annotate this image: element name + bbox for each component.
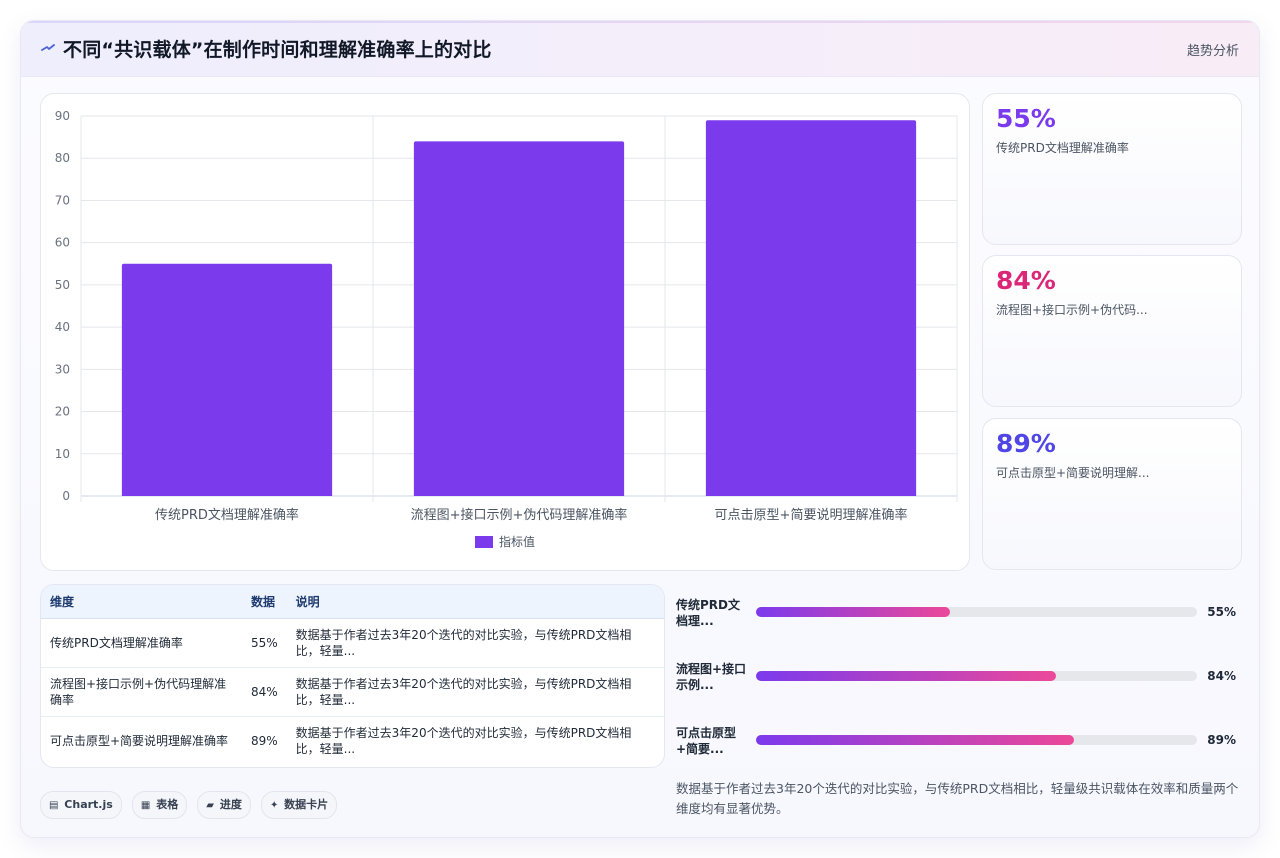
stat-value: 84% <box>996 266 1056 295</box>
progress-label: 传统PRD文档理... <box>676 598 740 628</box>
progress-fill <box>756 607 951 617</box>
chip-chartjs[interactable]: ▤ Chart.js <box>40 791 122 819</box>
trend-icon <box>41 44 55 51</box>
stat-card-3: 89% 可点击原型+简要说明理解... <box>982 418 1242 570</box>
table-row: 流程图+接口示例+伪代码理解准确率 84% 数据基于作者过去3年20个迭代的对比… <box>41 667 664 716</box>
y-tick-label: 60 <box>55 236 70 250</box>
table-cell-dimension: 传统PRD文档理解准确率 <box>50 635 183 650</box>
y-tick-label: 30 <box>55 362 70 376</box>
y-tick-label: 0 <box>62 489 70 503</box>
dashboard-frame: 不同“共识载体”在制作时间和理解准确率上的对比 趋势分析 0 10 20 30 40 50… <box>20 20 1260 838</box>
stat-card-2: 84% 流程图+接口示例+伪代码... <box>982 255 1242 407</box>
bar-chart: 0 10 20 30 40 50 60 70 80 90 传统PRD文档理解准确率 流程图+接口示例+… <box>55 109 958 549</box>
chip-label: 进度 <box>219 798 242 811</box>
table-cell-value: 55% <box>251 635 278 650</box>
progress-item-1: 传统PRD文档理... 55% <box>676 597 1236 637</box>
stat-label: 流程图+接口示例+伪代码... <box>996 303 1148 317</box>
bar-chart-card: 0 10 20 30 40 50 60 70 80 90 传统PRD文档理解准确率 流程图+接口示例+… <box>40 93 970 571</box>
progress-icon: ▰ <box>206 800 214 811</box>
table-icon: ▦ <box>140 800 151 811</box>
stat-card-1: 55% 传统PRD文档理解准确率 <box>982 93 1242 245</box>
legend-swatch <box>475 536 493 548</box>
y-tick-label: 80 <box>55 151 70 165</box>
x-tick-label: 流程图+接口示例+伪代码理解准确率 <box>411 507 628 523</box>
chart-icon: ▤ <box>49 800 59 811</box>
chip-progress[interactable]: ▰ 进度 <box>197 791 251 819</box>
progress-label: 流程图+接口示例... <box>676 662 747 692</box>
table-cell-dimension: 可点击原型+简要说明理解准确率 <box>50 733 229 748</box>
table-row: 可点击原型+简要说明理解准确率 89% 数据基于作者过去3年20个迭代的对比实验… <box>41 716 664 765</box>
chip-label: 数据卡片 <box>284 798 329 811</box>
page-title: 不同“共识载体”在制作时间和理解准确率上的对比 <box>63 39 492 61</box>
header-accent-line <box>21 21 1259 23</box>
data-table: 维度 数据 说明 传统PRD文档理解准确率 55% 数据基于作者过去3年20个迭… <box>41 585 664 765</box>
progress-track <box>756 607 1197 617</box>
table-cell-description: 数据基于作者过去3年20个迭代的对比实验，与传统PRD文档相比，轻量... <box>295 676 632 707</box>
stat-value: 55% <box>996 104 1056 133</box>
y-tick-label: 70 <box>55 193 70 207</box>
progress-value: 55% <box>1207 605 1236 619</box>
progress-label: 可点击原型+简要... <box>676 726 737 756</box>
bar <box>705 120 917 496</box>
stat-value: 89% <box>996 429 1056 458</box>
progress-fill <box>756 735 1074 745</box>
progress-value: 89% <box>1207 733 1236 747</box>
table-cell-value: 89% <box>251 733 278 748</box>
y-tick-label: 50 <box>55 278 70 292</box>
progress-item-2: 流程图+接口示例... 84% <box>676 661 1236 701</box>
table-cell-description: 数据基于作者过去3年20个迭代的对比实验，与传统PRD文档相比，轻量... <box>295 627 632 658</box>
header-bar: 不同“共识载体”在制作时间和理解准确率上的对比 趋势分析 <box>21 21 1259 77</box>
y-tick-label: 90 <box>55 109 70 123</box>
progress-track <box>756 735 1197 745</box>
table-header-row: 维度 数据 说明 <box>41 585 664 619</box>
chip-table[interactable]: ▦ 表格 <box>131 791 188 819</box>
chip-data-card[interactable]: ✦ 数据卡片 <box>260 791 338 819</box>
table-cell-dimension: 流程图+接口示例+伪代码理解准确率 <box>50 676 227 707</box>
stat-label: 可点击原型+简要说明理解... <box>996 466 1150 480</box>
table-cell-value: 84% <box>251 684 278 699</box>
chip-label: Chart.js <box>64 798 113 811</box>
y-tick-label: 10 <box>55 447 70 461</box>
y-tick-label: 40 <box>55 320 70 334</box>
x-tick-label: 传统PRD文档理解准确率 <box>155 507 299 523</box>
bar <box>121 263 333 496</box>
table-row: 传统PRD文档理解准确率 55% 数据基于作者过去3年20个迭代的对比实验，与传… <box>41 618 664 667</box>
progress-value: 84% <box>1207 669 1236 683</box>
data-table-card: 维度 数据 说明 传统PRD文档理解准确率 55% 数据基于作者过去3年20个迭… <box>40 584 665 768</box>
stat-label: 传统PRD文档理解准确率 <box>996 141 1129 155</box>
legend-label: 指标值 <box>499 534 535 549</box>
table-header-value: 数据 <box>242 585 287 619</box>
summary-text: 数据基于作者过去3年20个迭代的对比实验，与传统PRD文档相比，轻量级共识载体在… <box>676 781 1239 816</box>
table-header-dimension: 维度 <box>41 585 242 619</box>
x-tick-label: 可点击原型+简要说明理解准确率 <box>715 507 908 523</box>
chip-label: 表格 <box>156 798 179 811</box>
sparkle-icon: ✦ <box>269 800 279 811</box>
progress-track <box>756 671 1197 681</box>
y-tick-label: 20 <box>55 405 70 419</box>
progress-item-3: 可点击原型+简要... 89% <box>676 725 1236 765</box>
table-header-description: 说明 <box>286 585 664 619</box>
table-cell-description: 数据基于作者过去3年20个迭代的对比实验，与传统PRD文档相比，轻量... <box>295 725 632 756</box>
trend-analysis-link[interactable]: 趋势分析 <box>1187 40 1239 59</box>
bar <box>413 141 625 497</box>
tech-chips: ▤ Chart.js ▦ 表格 ▰ 进度 ✦ 数据卡片 <box>40 791 342 819</box>
progress-fill <box>756 671 1056 681</box>
